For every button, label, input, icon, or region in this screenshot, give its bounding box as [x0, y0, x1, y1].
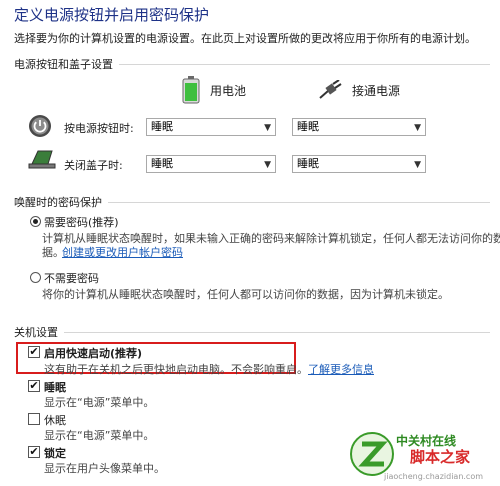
fast-startup-desc: 这有助于在关机之后更快地启动电脑。不会影响重启。	[44, 363, 308, 376]
require-password-label: 需要密码(推荐)	[44, 216, 119, 229]
lock-label: 锁定	[44, 447, 66, 460]
battery-icon	[182, 76, 200, 104]
power-button-plugged-select[interactable]: 睡眠 ▼	[292, 118, 426, 136]
require-password-desc-cont: 据。	[42, 246, 64, 259]
col-plugged-header: 接通电源	[318, 80, 400, 100]
fast-startup-label: 启用快速启动(推荐)	[44, 347, 143, 360]
power-button-plugged-value: 睡眠	[297, 120, 319, 133]
sleep-desc: 显示在“电源”菜单中。	[44, 396, 155, 409]
chevron-down-icon: ▼	[414, 123, 421, 133]
section-power-buttons: 电源按钮和盖子设置	[14, 56, 490, 71]
page-description: 选择要为你的计算机设置的电源设置。在此页上对设置所做的更改将应用于你所有的电源计…	[14, 32, 476, 45]
require-password-radio[interactable]	[30, 216, 41, 227]
learn-more-link[interactable]: 了解更多信息	[308, 361, 374, 377]
lid-battery-select[interactable]: 睡眠 ▼	[146, 155, 276, 173]
lid-battery-value: 睡眠	[151, 157, 173, 170]
power-button-battery-value: 睡眠	[151, 120, 173, 133]
section-shutdown: 关机设置	[14, 324, 490, 339]
fast-startup-checkbox[interactable]: ✔	[28, 346, 40, 358]
section-wake-password-label: 唤醒时的密码保护	[14, 196, 108, 209]
watermark: 中关村在线 脚本之家 jiaocheng.chazidian.com	[350, 430, 496, 484]
sleep-checkbox[interactable]: ✔	[28, 380, 40, 392]
chevron-down-icon: ▼	[264, 160, 271, 170]
sleep-label: 睡眠	[44, 381, 66, 394]
lock-desc: 显示在用户头像菜单中。	[44, 462, 165, 475]
lid-close-label: 关闭盖子时:	[64, 159, 123, 172]
watermark-url: jiaocheng.chazidian.com	[384, 472, 484, 481]
section-wake-password: 唤醒时的密码保护	[14, 194, 490, 209]
power-button-battery-select[interactable]: 睡眠 ▼	[146, 118, 276, 136]
col-battery-label: 用电池	[210, 83, 247, 98]
section-shutdown-label: 关机设置	[14, 326, 64, 339]
hibernate-checkbox[interactable]	[28, 413, 40, 425]
laptop-lid-icon	[28, 150, 56, 169]
col-plugged-label: 接通电源	[352, 83, 401, 98]
page-title: 定义电源按钮并启用密码保护	[14, 6, 210, 24]
zol-logo-icon	[350, 432, 394, 476]
plug-icon	[319, 80, 342, 99]
hibernate-label: 休眠	[44, 414, 66, 427]
change-password-link[interactable]: 创建或更改用户帐户密码	[62, 244, 183, 260]
power-button-icon	[29, 115, 51, 137]
lid-plugged-select[interactable]: 睡眠 ▼	[292, 155, 426, 173]
no-password-label: 不需要密码	[44, 272, 99, 285]
chevron-down-icon: ▼	[264, 123, 271, 133]
col-battery-header: 用电池	[182, 76, 246, 104]
lid-plugged-value: 睡眠	[297, 157, 319, 170]
no-password-desc: 将你的计算机从睡眠状态唤醒时，任何人都可以访问你的数据，因为计算机未锁定。	[42, 288, 449, 301]
power-button-label: 按电源按钮时:	[64, 122, 134, 135]
section-power-buttons-label: 电源按钮和盖子设置	[14, 58, 119, 71]
watermark-site: 脚本之家	[410, 448, 471, 466]
lock-checkbox[interactable]: ✔	[28, 446, 40, 458]
chevron-down-icon: ▼	[414, 160, 421, 170]
hibernate-desc: 显示在“电源”菜单中。	[44, 429, 155, 442]
no-password-radio[interactable]	[30, 272, 41, 283]
